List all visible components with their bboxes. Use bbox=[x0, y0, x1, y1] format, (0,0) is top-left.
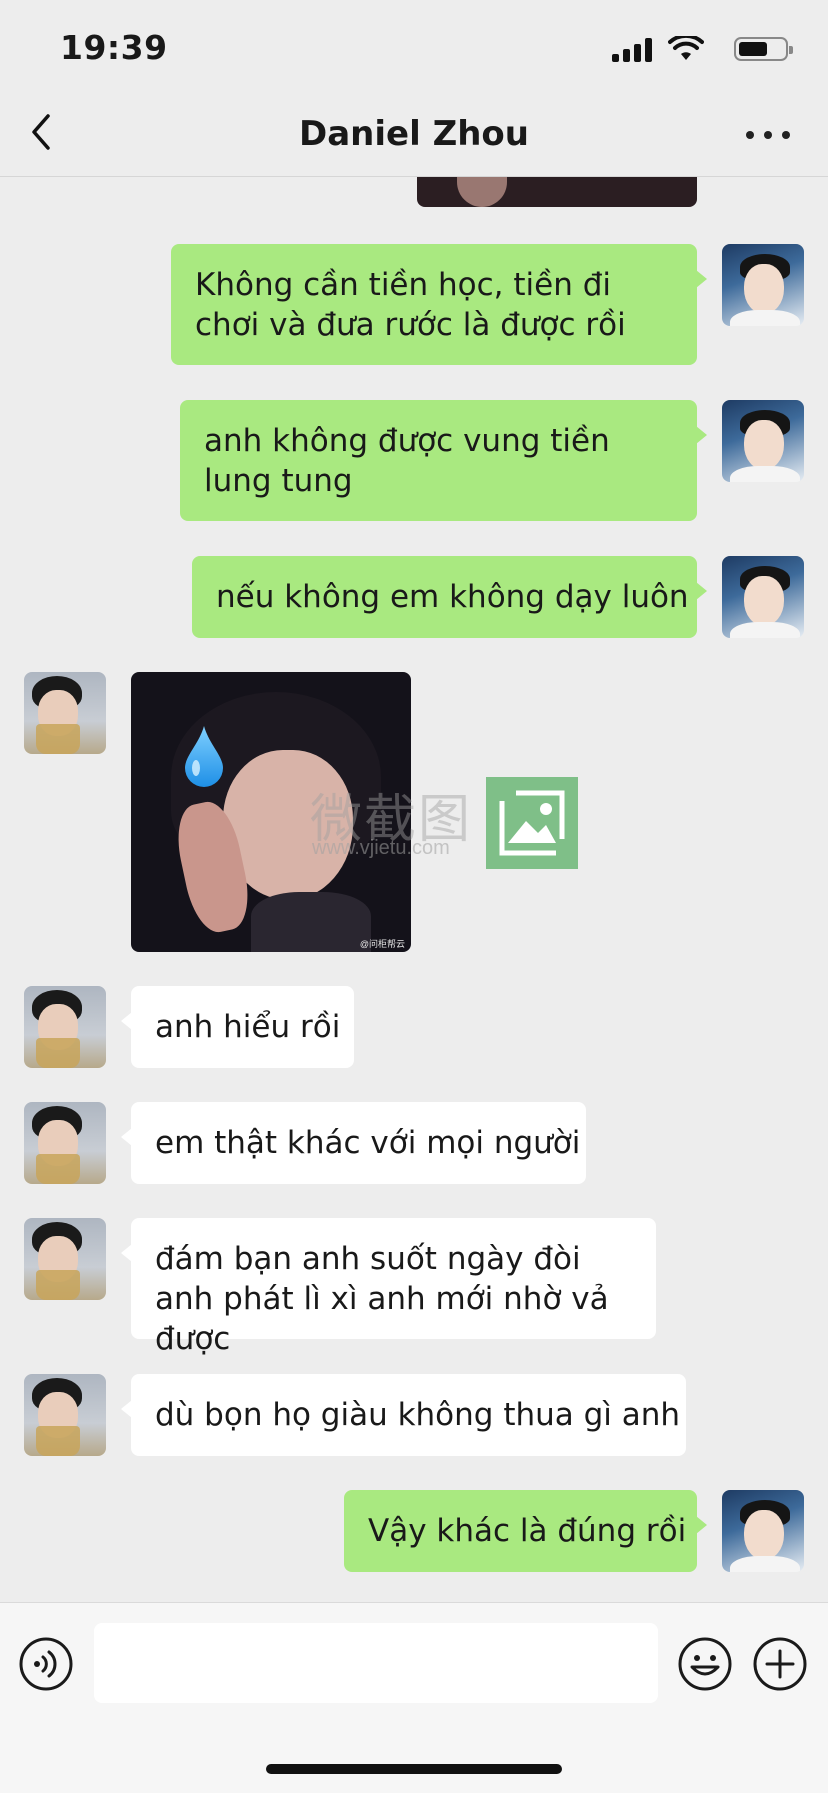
avatar[interactable] bbox=[722, 556, 804, 638]
nav-bar: Daniel Zhou bbox=[0, 100, 828, 177]
status-bar: 19:39 bbox=[0, 0, 828, 100]
avatar[interactable] bbox=[722, 1490, 804, 1572]
avatar[interactable] bbox=[722, 244, 804, 326]
status-icons bbox=[596, 34, 796, 64]
chat-area[interactable]: Không cần tiền học, tiền đi chơi và đưa … bbox=[0, 177, 828, 1602]
emoji-icon[interactable] bbox=[678, 1637, 732, 1691]
avatar[interactable] bbox=[24, 672, 106, 754]
image-message[interactable] bbox=[417, 177, 697, 207]
battery-icon bbox=[734, 37, 793, 61]
image-icon bbox=[486, 777, 578, 869]
wifi-icon bbox=[668, 36, 704, 60]
avatar[interactable] bbox=[24, 1374, 106, 1456]
signal-icon bbox=[612, 38, 656, 62]
message-bubble[interactable]: Không cần tiền học, tiền đi chơi và đưa … bbox=[171, 244, 707, 365]
avatar[interactable] bbox=[24, 1102, 106, 1184]
image-message[interactable]: @问柜帮云 bbox=[131, 672, 411, 952]
message-bubble[interactable]: em thật khác với mọi người bbox=[121, 1102, 586, 1184]
avatar[interactable] bbox=[24, 1218, 106, 1300]
avatar[interactable] bbox=[722, 400, 804, 482]
message-bubble[interactable]: dù bọn họ giàu không thua gì anh bbox=[121, 1374, 686, 1456]
avatar[interactable] bbox=[24, 986, 106, 1068]
home-indicator bbox=[266, 1764, 562, 1774]
plus-icon[interactable] bbox=[753, 1637, 807, 1691]
message-bubble[interactable]: anh không được vung tiền lung tung bbox=[180, 400, 707, 521]
more-icon[interactable] bbox=[744, 122, 792, 146]
message-bubble[interactable]: anh hiểu rồi bbox=[121, 986, 354, 1068]
chat-title: Daniel Zhou bbox=[299, 114, 529, 154]
message-bubble[interactable]: nếu không em không dạy luôn bbox=[192, 556, 707, 638]
image-caption: @问柜帮云 bbox=[359, 939, 405, 949]
message-bubble[interactable]: Vậy khác là đúng rồi bbox=[344, 1490, 707, 1572]
message-input[interactable] bbox=[94, 1623, 658, 1703]
message-bubble[interactable]: đám bạn anh suốt ngày đòi anh phát lì xì… bbox=[121, 1218, 656, 1357]
voice-icon[interactable] bbox=[19, 1637, 73, 1691]
water-drop-icon bbox=[185, 726, 223, 787]
status-time: 19:39 bbox=[60, 28, 168, 67]
